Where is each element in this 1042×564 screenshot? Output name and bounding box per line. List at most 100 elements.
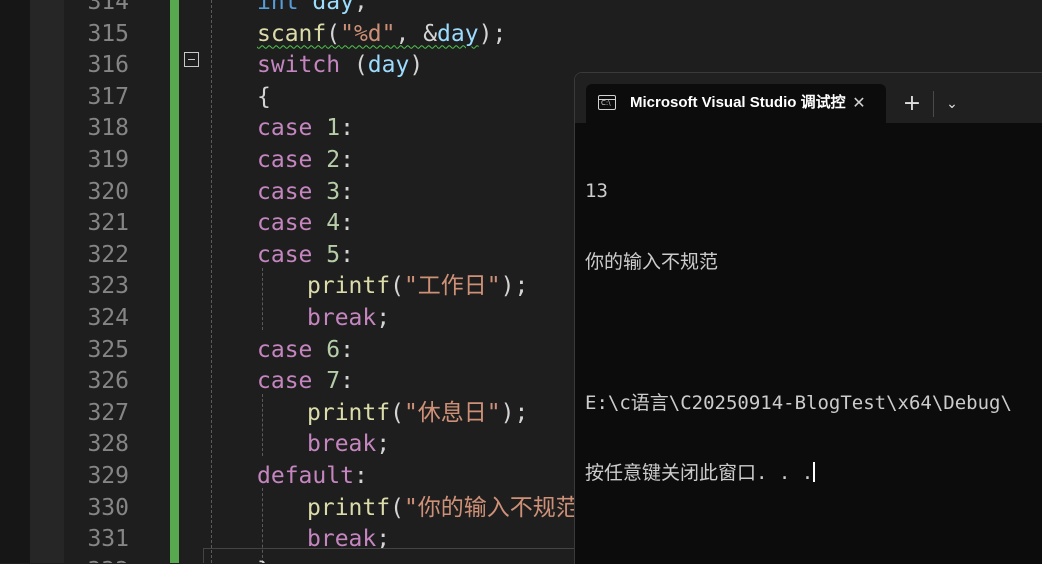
code-text: default: [257,461,368,492]
code-token: case [257,210,313,237]
code-token: : [340,368,354,395]
line-number: 329 [87,463,129,489]
code-token: 3 [326,178,341,205]
code-text: case 1: [257,113,354,144]
code-token: case [257,368,313,395]
line-number: 315 [87,20,129,47]
line-number: 321 [87,210,129,237]
code-token: ); [500,399,529,426]
debug-console-window[interactable]: C:\ Microsoft Visual Studio 调试控 ✕ + ⌄ 13… [574,72,1042,564]
code-text: case 6: [257,335,354,366]
line-number: 331 [87,526,129,553]
line-number: 330 [87,494,129,521]
code-token: day [367,52,410,79]
code-token: ); [478,20,507,47]
text-cursor [813,462,816,482]
code-token: ( [340,52,368,79]
code-token: "工作日" [403,273,501,300]
code-text: printf("休息日"); [307,398,528,429]
code-token: ( [326,20,341,47]
code-token: "你的输入不规范 [403,494,579,521]
terminal-line: E:\c语言\C20250914-BlogTest\x64\Debug\ [585,391,1012,414]
code-token: : [340,336,354,363]
tab-debug-console[interactable]: C:\ Microsoft Visual Studio 调试控 ✕ [586,84,886,123]
code-token: ( [390,494,404,521]
code-token: printf [307,273,391,300]
code-text: printf("你的输入不规范 [307,493,579,524]
line-number: 314 [87,0,129,15]
code-token: day [437,20,479,47]
code-token: ; [376,305,391,331]
code-token: : [340,241,354,268]
code-token: default [257,463,354,489]
code-token: 5 [326,241,341,268]
code-token: switch [257,52,341,79]
code-text: { [257,82,271,113]
terminal-line: 按任意键关闭此窗口. . . [585,462,814,484]
line-number: 322 [87,241,129,268]
code-token: : [353,463,368,489]
line-number: 326 [87,368,129,395]
code-token: 1 [326,115,341,142]
current-line-highlight [203,548,584,563]
new-tab-button[interactable]: + [899,91,925,117]
code-token: : [340,147,354,173]
code-token: case [257,241,313,268]
code-token: 4 [326,210,341,237]
code-text: break; [307,303,390,334]
code-token: "休息日" [403,399,501,426]
code-token: case [257,147,313,173]
code-token: ) [409,52,424,79]
tab-bar-divider [933,91,934,117]
line-number: 320 [87,178,129,205]
close-tab-icon[interactable]: ✕ [848,92,870,114]
code-token: "%d" [340,20,396,47]
code-text: break; [307,429,390,460]
code-token: scanf [257,20,327,47]
code-token: int [257,0,299,15]
code-text: scanf("%d", &day); [257,19,506,50]
code-token: 7 [326,368,341,395]
terminal-line: 你的输入不规范 [585,250,719,273]
code-token: printf [307,494,391,521]
code-line: 315 scanf("%d", &day); [0,19,1042,50]
terminal-icon: C:\ [598,95,616,110]
line-number: 318 [87,115,129,142]
line-number: 319 [87,147,129,173]
code-token: case [257,336,313,363]
code-text: printf("工作日"); [307,271,528,302]
code-text: case 3: [257,177,354,208]
code-text: case 4: [257,208,354,239]
code-token: case [257,115,313,142]
code-token: ( [390,273,404,300]
line-number: 325 [87,336,129,363]
line-number: 323 [87,273,129,300]
code-token: , & [395,20,438,47]
code-token: printf [307,399,391,426]
terminal-output[interactable]: 13 你的输入不规范 E:\c语言\C20250914-BlogTest\x64… [585,133,1042,533]
code-token: { [257,83,271,110]
chevron-down-icon[interactable]: ⌄ [939,91,965,117]
line-number: 332 [64,556,129,563]
code-text: case 5: [257,240,354,271]
code-line: 314 int day; [0,0,1042,18]
code-token: 2 [326,147,341,173]
line-number: 327 [87,399,129,426]
line-number: 316 [87,52,129,79]
code-token: ( [390,399,404,426]
line-number: 317 [87,83,129,110]
terminal-tab-bar: C:\ Microsoft Visual Studio 调试控 ✕ + ⌄ [575,73,1042,123]
code-token: break [307,431,377,458]
code-token: : [340,210,354,237]
code-text: switch (day) [257,50,423,81]
line-number: 328 [87,431,129,458]
code-text: int day; [257,0,368,18]
code-token: case [257,178,313,205]
terminal-line: 13 [585,180,608,202]
